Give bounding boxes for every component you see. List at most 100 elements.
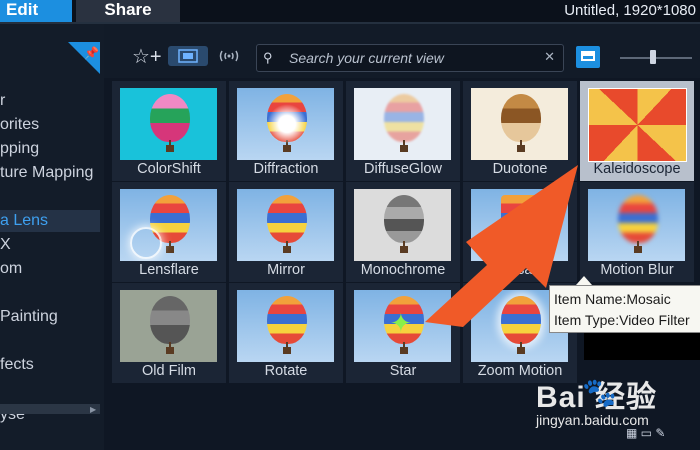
filter-label: Star bbox=[389, 363, 417, 379]
sidebar-horizontal-scrollbar[interactable] bbox=[0, 404, 100, 414]
filter-thumbnail bbox=[588, 88, 687, 162]
sidebar-item[interactable]: om bbox=[0, 258, 22, 280]
filter-tile-mosaic[interactable]: Mosaic bbox=[463, 182, 577, 282]
sidebar-item[interactable]: Painting bbox=[0, 306, 58, 328]
filter-thumbnail bbox=[471, 88, 568, 160]
sidebar-item[interactable]: fects bbox=[0, 354, 34, 376]
balloon-image bbox=[150, 94, 190, 142]
filter-label: Duotone bbox=[492, 161, 548, 177]
balloon-basket bbox=[634, 246, 642, 253]
tooltip-item-type: Item Type:Video Filter bbox=[554, 312, 690, 328]
balloon-basket bbox=[517, 347, 525, 354]
filter-thumbnail bbox=[471, 189, 568, 261]
add-to-favorites-star-icon[interactable]: ☆+ bbox=[132, 44, 162, 69]
filter-thumbnail bbox=[354, 88, 451, 160]
balloon-basket bbox=[166, 246, 174, 253]
filter-label: Old Film bbox=[142, 363, 196, 379]
thumbnail-size-slider-handle[interactable] bbox=[650, 50, 656, 64]
balloon-basket bbox=[283, 246, 291, 253]
filter-tile-lensflare[interactable]: Lensflare bbox=[112, 182, 226, 282]
filter-label: Lensflare bbox=[139, 262, 199, 278]
tab-share[interactable]: Share bbox=[76, 0, 180, 22]
filter-thumbnail bbox=[237, 189, 334, 261]
filter-tile-kaleidoscope[interactable]: Kaleidoscope bbox=[580, 81, 694, 181]
balloon-image bbox=[501, 94, 541, 142]
filter-label: Diffraction bbox=[253, 161, 319, 177]
balloon-image bbox=[384, 94, 424, 142]
tooltip-item-name: Item Name:Mosaic bbox=[554, 291, 671, 307]
filter-thumbnail bbox=[237, 88, 334, 160]
sidebar-item[interactable]: pping bbox=[0, 138, 39, 160]
filter-tile-star[interactable]: Star bbox=[346, 283, 460, 383]
balloon-basket bbox=[400, 246, 408, 253]
balloon-image bbox=[150, 195, 190, 243]
show-audio-filters-button[interactable] bbox=[208, 46, 248, 66]
filter-thumbnail bbox=[120, 290, 217, 362]
filter-label: Motion Blur bbox=[600, 262, 674, 278]
filter-label: Mirror bbox=[267, 262, 305, 278]
sidebar-item[interactable]: X bbox=[0, 234, 11, 256]
filter-category-sidebar: r orites pping ture Mapping a Lens Xom Paintin… bbox=[0, 24, 104, 450]
filter-thumbnail bbox=[120, 88, 217, 160]
view-mode-icons[interactable]: ▦ ▭ ✎ bbox=[626, 426, 665, 440]
project-title: Untitled, 1920*1080 bbox=[564, 2, 696, 19]
item-tooltip: Item Name:Mosaic Item Type:Video Filter bbox=[549, 285, 700, 333]
top-bar: Edit Share Untitled, 1920*1080 bbox=[0, 0, 700, 22]
search-icon: ⚲ bbox=[263, 50, 273, 65]
sidebar-item[interactable]: orites bbox=[0, 114, 39, 136]
library-toolbar: ☆+ ⚲ ✕ bbox=[104, 24, 700, 84]
filter-tile-colorshift[interactable]: ColorShift bbox=[112, 81, 226, 181]
filter-thumbnail bbox=[120, 189, 217, 261]
filter-tile-duotone[interactable]: Duotone bbox=[463, 81, 577, 181]
filter-thumbnail bbox=[588, 189, 685, 261]
filter-label: Monochrome bbox=[360, 262, 446, 278]
audio-wave-icon bbox=[219, 50, 239, 62]
filter-tile-motionblur[interactable]: Motion Blur bbox=[580, 182, 694, 282]
balloon-basket bbox=[517, 145, 525, 152]
film-strip-icon bbox=[178, 49, 198, 63]
filter-label: Kaleidoscope bbox=[593, 161, 681, 177]
filter-tile-diffraction[interactable]: Diffraction bbox=[229, 81, 343, 181]
filter-label: ColorShift bbox=[137, 161, 201, 177]
pin-icon[interactable]: 📌 bbox=[84, 46, 99, 60]
scroll-right-arrow-icon[interactable]: ▶ bbox=[90, 405, 96, 414]
balloon-basket bbox=[517, 246, 525, 253]
clear-search-icon[interactable]: ✕ bbox=[544, 49, 555, 65]
balloon-image bbox=[150, 296, 190, 344]
balloon-basket bbox=[400, 347, 408, 354]
balloon-image bbox=[267, 195, 307, 243]
filter-tile-mirror[interactable]: Mirror bbox=[229, 182, 343, 282]
filter-thumbnail bbox=[237, 290, 334, 362]
filter-tile-diffuseglow[interactable]: DiffuseGlow bbox=[346, 81, 460, 181]
balloon-image bbox=[501, 296, 541, 344]
balloon-image bbox=[501, 195, 541, 243]
tab-edit[interactable]: Edit bbox=[0, 0, 72, 22]
thumbnail-view-icon bbox=[581, 51, 595, 61]
show-video-filters-button[interactable] bbox=[168, 46, 208, 66]
paw-logo-icon: 🐾 bbox=[582, 377, 617, 408]
balloon-image bbox=[384, 195, 424, 243]
balloon-basket bbox=[166, 145, 174, 152]
balloon-basket bbox=[283, 347, 291, 354]
balloon-image bbox=[384, 296, 424, 344]
sidebar-item[interactable]: r bbox=[0, 90, 5, 112]
balloon-basket bbox=[400, 145, 408, 152]
balloon-image bbox=[267, 296, 307, 344]
search-box[interactable]: ⚲ ✕ bbox=[256, 44, 564, 72]
filter-label: DiffuseGlow bbox=[364, 161, 442, 177]
filter-tile-rotate[interactable]: Rotate bbox=[229, 283, 343, 383]
tooltip-pointer bbox=[576, 276, 592, 285]
filter-thumbnail bbox=[354, 189, 451, 261]
filter-tile-monochrome[interactable]: Monochrome bbox=[346, 182, 460, 282]
search-input[interactable] bbox=[287, 48, 531, 68]
filter-label: Rotate bbox=[264, 363, 308, 379]
filter-label: Mosaic bbox=[497, 262, 543, 278]
filter-thumbnail bbox=[354, 290, 451, 362]
sidebar-item[interactable]: ture Mapping bbox=[0, 162, 93, 184]
balloon-basket bbox=[166, 347, 174, 354]
thumbnail-view-button[interactable] bbox=[576, 46, 600, 68]
sidebar-item[interactable]: a Lens bbox=[0, 210, 100, 232]
thumbnail-size-slider[interactable] bbox=[620, 57, 692, 59]
balloon-basket bbox=[283, 145, 291, 152]
filter-tile-oldfilm[interactable]: Old Film bbox=[112, 283, 226, 383]
